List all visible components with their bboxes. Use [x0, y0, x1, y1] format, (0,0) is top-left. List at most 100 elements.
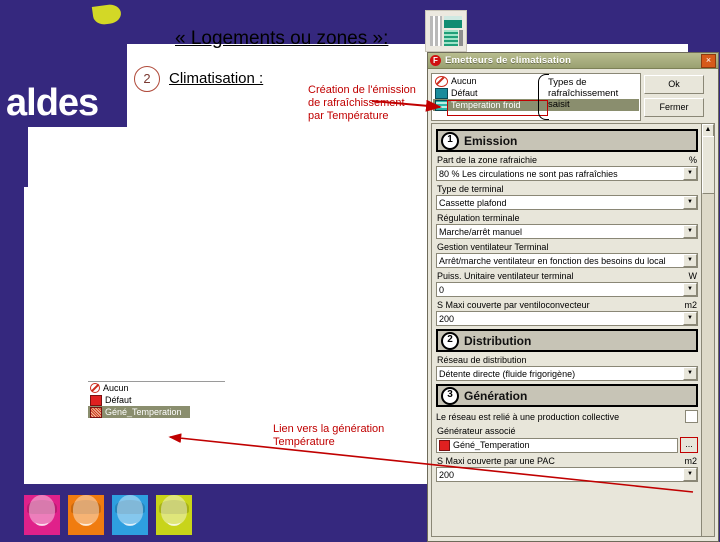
- dialog-title: Emetteurs de climatisation: [445, 55, 572, 66]
- field-label: S Maxi couverte par une PAC: [437, 456, 555, 466]
- combo-value: 200: [439, 469, 455, 480]
- scrollbar-thumb[interactable]: [702, 136, 714, 194]
- list-item-label: Défaut: [451, 88, 478, 98]
- aldes-logo-text: aldes: [6, 82, 99, 124]
- combo-value: Marche/arrêt manuel: [439, 226, 523, 237]
- combo-type-terminal[interactable]: Cassette plafond ▼: [436, 195, 698, 210]
- close-icon[interactable]: ×: [701, 53, 716, 68]
- production-collective-checkbox[interactable]: [685, 410, 698, 423]
- chevron-down-icon[interactable]: ▼: [683, 225, 697, 238]
- chevron-down-icon[interactable]: ▼: [683, 312, 697, 325]
- list-item-label: Géné_Temperation: [105, 407, 182, 417]
- portrait-photo: [156, 495, 192, 535]
- combo-value: Détente directe (fluide frigorigène): [439, 368, 576, 379]
- list-item[interactable]: Géné_Temperation: [88, 406, 190, 418]
- checkbox-label: Le réseau est relié à une production col…: [436, 411, 620, 422]
- field-unit: m2: [684, 300, 697, 310]
- field-production-collective[interactable]: Le réseau est relié à une production col…: [436, 410, 698, 423]
- no-entry-icon: [90, 383, 100, 393]
- photo-strip: [24, 495, 194, 535]
- hatched-square-icon: [90, 406, 102, 418]
- combo-value: Géné_Temperation: [453, 440, 530, 450]
- combo-s-maxi-ventiloconvecteur[interactable]: 200 ▼: [436, 311, 698, 326]
- section-number: 2: [441, 331, 459, 350]
- section-title: Emission: [464, 133, 518, 148]
- field-label: Régulation terminale: [437, 213, 520, 223]
- combo-reseau-distribution[interactable]: Détente directe (fluide frigorigène) ▼: [436, 366, 698, 381]
- monitor-icon: [435, 87, 448, 99]
- vertical-scrollbar[interactable]: ▲: [701, 124, 714, 536]
- field-unit: W: [688, 271, 698, 281]
- list-item-label: Aucun: [103, 383, 129, 393]
- chevron-down-icon[interactable]: ▼: [683, 196, 697, 209]
- field-gestion-ventilateur: Gestion ventilateur Terminal Arrêt/march…: [436, 242, 698, 268]
- section-number: 3: [441, 386, 459, 405]
- chevron-down-icon[interactable]: ▼: [683, 468, 697, 481]
- combo-generateur-associe[interactable]: Géné_Temperation: [436, 437, 678, 453]
- selection-highlight-box: [447, 100, 548, 116]
- combo-part-zone-rafraichie[interactable]: 80 % Les circulations ne sont pas rafraî…: [436, 166, 698, 181]
- portrait-photo: [112, 495, 148, 535]
- chevron-down-icon[interactable]: ▼: [683, 254, 697, 267]
- dialog-form: 1 Emission Part de la zone rafraichie % …: [432, 124, 702, 536]
- field-reseau-distribution: Réseau de distribution Détente directe (…: [436, 355, 698, 381]
- section-header-distribution: 2 Distribution: [436, 329, 698, 352]
- logo-accent-tab: [0, 127, 28, 187]
- chevron-down-icon[interactable]: ▼: [683, 283, 697, 296]
- portrait-photo: [68, 495, 104, 535]
- emetteurs-climatisation-dialog[interactable]: F Emetteurs de climatisation × Aucun Déf…: [427, 52, 719, 542]
- combo-value: 0: [439, 284, 445, 295]
- portrait-photo: [24, 495, 60, 535]
- dialog-scroll-area: 1 Emission Part de la zone rafraichie % …: [431, 123, 715, 537]
- field-label: Puiss. Unitaire ventilateur terminal: [437, 271, 574, 281]
- field-generateur-associe: Générateur associé Géné_Temperation ...: [436, 426, 698, 453]
- browse-generator-button[interactable]: ...: [680, 437, 698, 453]
- list-item-label: Défaut: [105, 395, 132, 405]
- list-item-label: Aucun: [451, 76, 477, 86]
- field-label: Part de la zone rafraichie: [437, 155, 538, 165]
- page-title: « Logements ou zones »:: [175, 28, 389, 49]
- combo-value: 200: [439, 313, 455, 324]
- chevron-down-icon[interactable]: ▼: [683, 367, 697, 380]
- presentation-slide: aldes « Logements ou zones »: 2 Climatis…: [0, 0, 720, 542]
- field-s-maxi-pac: S Maxi couverte par une PAC m2 200 ▼: [436, 456, 698, 482]
- no-entry-icon: [435, 75, 448, 87]
- combo-s-maxi-pac[interactable]: 200 ▼: [436, 467, 698, 482]
- field-label: Réseau de distribution: [437, 355, 527, 365]
- field-puiss-unitaire: Puiss. Unitaire ventilateur terminal W 0…: [436, 271, 698, 297]
- field-label: Gestion ventilateur Terminal: [437, 242, 549, 252]
- section-header-generation: 3 Génération: [436, 384, 698, 407]
- section-title: Distribution: [464, 333, 532, 348]
- combo-value: 80 % Les circulations ne sont pas rafraî…: [439, 168, 618, 179]
- list-item[interactable]: Aucun: [88, 382, 225, 394]
- combo-gestion-ventilateur[interactable]: Arrêt/marche ventilateur en fonction des…: [436, 253, 698, 268]
- bullet-label: Climatisation :: [169, 70, 264, 87]
- field-type-terminal: Type de terminal Cassette plafond ▼: [436, 184, 698, 210]
- field-label: S Maxi couverte par ventiloconvecteur: [437, 300, 590, 310]
- bullet-number: 2: [134, 66, 160, 92]
- annotation-types: Types de rafraîchissement saisit: [548, 77, 619, 110]
- aldes-logo-block: aldes: [0, 0, 127, 127]
- field-part-zone-rafraichie: Part de la zone rafraichie % 80 % Les ci…: [436, 155, 698, 181]
- field-regulation-terminale: Régulation terminale Marche/arrêt manuel…: [436, 213, 698, 239]
- combo-puiss-unitaire[interactable]: 0 ▼: [436, 282, 698, 297]
- fr-app-icon: F: [430, 55, 441, 66]
- generator-tree-list[interactable]: Aucun Défaut Géné_Temperation: [88, 381, 225, 430]
- field-s-maxi-ventiloconvecteur: S Maxi couverte par ventiloconvecteur m2…: [436, 300, 698, 326]
- field-unit: %: [688, 155, 697, 165]
- field-unit: m2: [684, 456, 697, 466]
- section-header-emission: 1 Emission: [436, 129, 698, 152]
- combo-value: Arrêt/marche ventilateur en fonction des…: [439, 255, 666, 266]
- dialog-titlebar[interactable]: F Emetteurs de climatisation ×: [428, 53, 718, 69]
- combo-value: Cassette plafond: [439, 197, 507, 208]
- annotation-creation: Création de l'émission de rafraîchisseme…: [308, 84, 416, 122]
- field-label: Type de terminal: [437, 184, 504, 194]
- red-square-icon: [439, 439, 450, 451]
- chevron-down-icon[interactable]: ▼: [683, 167, 697, 180]
- list-item[interactable]: Défaut: [88, 394, 225, 406]
- red-square-icon: [90, 394, 102, 406]
- combo-regulation-terminale[interactable]: Marche/arrêt manuel ▼: [436, 224, 698, 239]
- section-title: Génération: [464, 388, 528, 403]
- screenshot-thumbnail-icon: [425, 10, 467, 52]
- section-number: 1: [441, 131, 459, 150]
